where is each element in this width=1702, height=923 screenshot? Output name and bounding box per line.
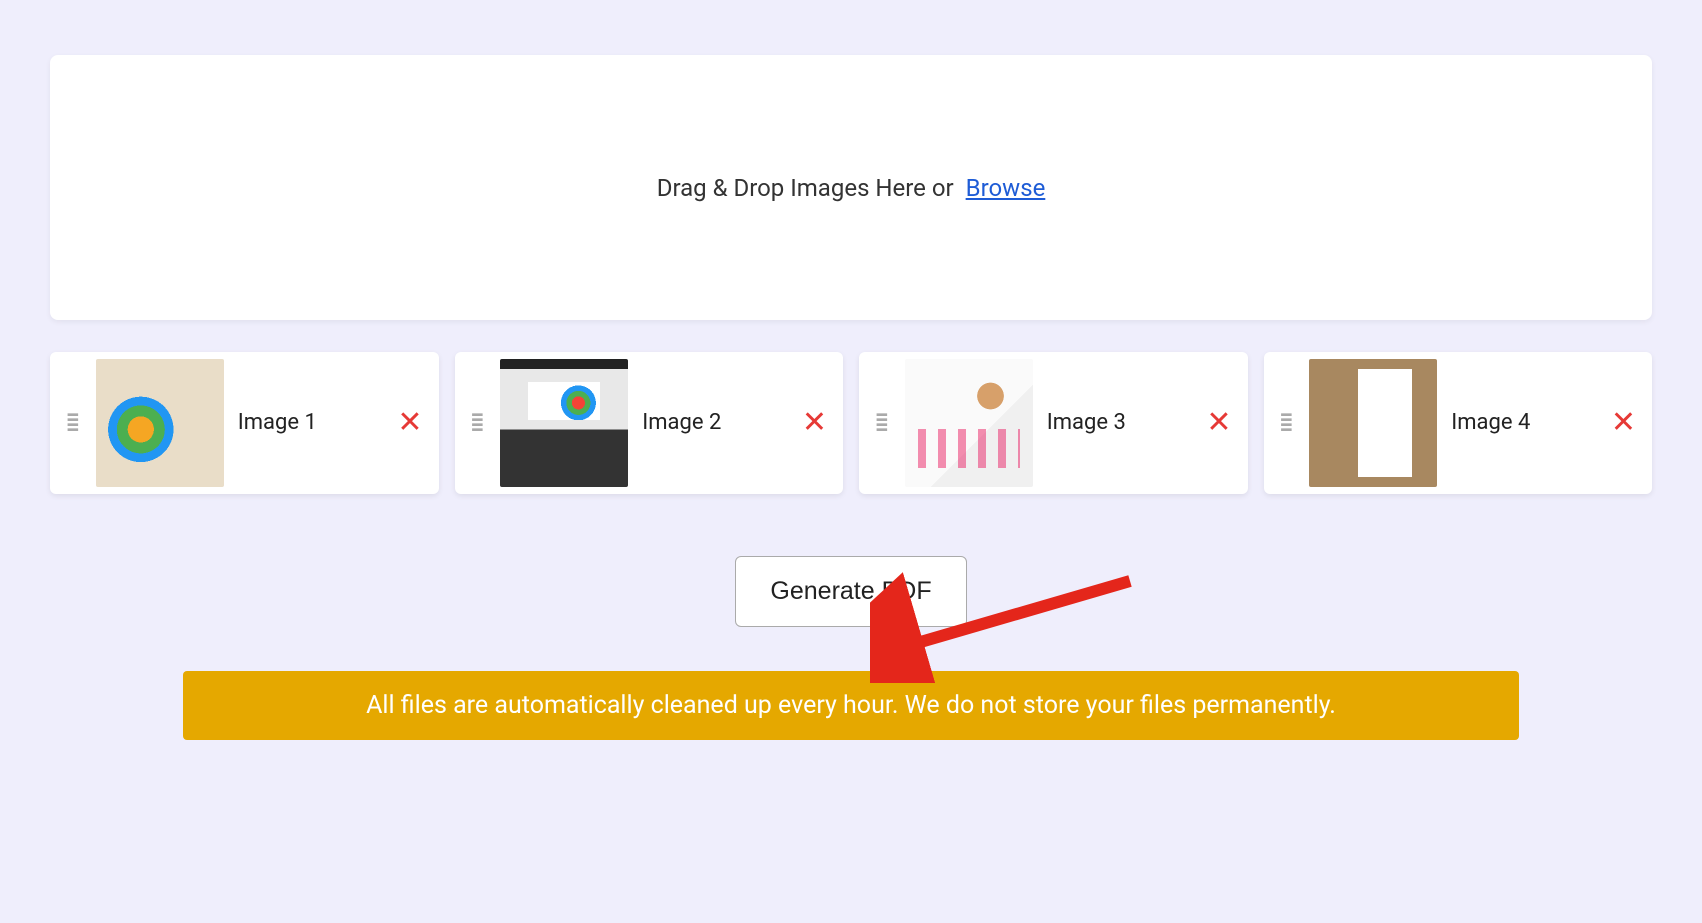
close-icon: ✕ [397, 406, 422, 439]
cleanup-notice: All files are automatically cleaned up e… [183, 671, 1519, 740]
image-card[interactable]: == Image 2 ✕ [455, 352, 844, 494]
image-card[interactable]: == Image 3 ✕ [859, 352, 1248, 494]
drag-handle-icon[interactable]: == [1280, 413, 1296, 432]
browse-link[interactable]: Browse [966, 174, 1046, 202]
generate-pdf-button[interactable]: Generate PDF [735, 556, 966, 627]
close-icon: ✕ [1611, 406, 1636, 439]
drag-handle-icon[interactable]: == [471, 413, 487, 432]
image-card[interactable]: == Image 4 ✕ [1264, 352, 1653, 494]
remove-image-button[interactable]: ✕ [1611, 408, 1636, 438]
image-label: Image 3 [1047, 409, 1193, 438]
remove-image-button[interactable]: ✕ [802, 408, 827, 438]
close-icon: ✕ [1206, 406, 1231, 439]
image-list: == Image 1 ✕ == Image 2 ✕ == Image 3 ✕ =… [50, 352, 1652, 494]
image-thumbnail [96, 359, 224, 487]
image-card[interactable]: == Image 1 ✕ [50, 352, 439, 494]
dropzone[interactable]: Drag & Drop Images Here or Browse [50, 55, 1652, 320]
image-thumbnail [500, 359, 628, 487]
drag-handle-icon[interactable]: == [66, 413, 82, 432]
image-label: Image 4 [1451, 409, 1597, 438]
image-label: Image 2 [642, 409, 788, 438]
image-label: Image 1 [238, 409, 384, 438]
remove-image-button[interactable]: ✕ [1206, 408, 1231, 438]
image-thumbnail [1309, 359, 1437, 487]
drag-handle-icon[interactable]: == [875, 413, 891, 432]
remove-image-button[interactable]: ✕ [397, 408, 422, 438]
close-icon: ✕ [802, 406, 827, 439]
dropzone-text: Drag & Drop Images Here or Browse [657, 174, 1046, 202]
image-thumbnail [905, 359, 1033, 487]
dropzone-hint: Drag & Drop Images Here or [657, 174, 960, 202]
